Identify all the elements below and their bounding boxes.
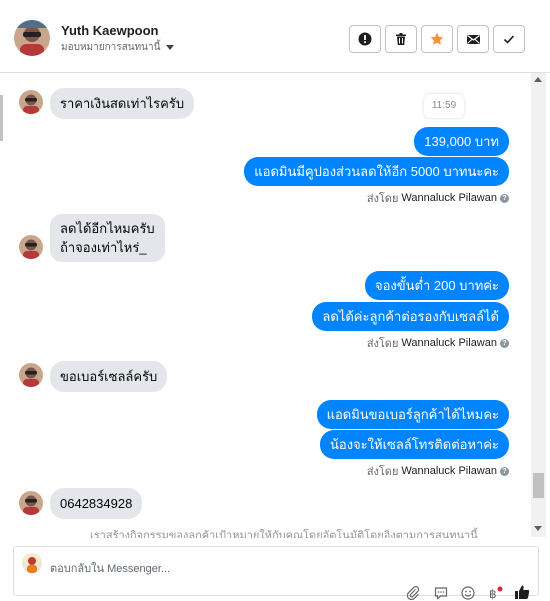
message-timestamp: 11:59 bbox=[424, 94, 464, 118]
sent-by-name[interactable]: Wannaluck Pilawan bbox=[401, 192, 497, 204]
assign-conversation-dropdown[interactable]: มอบหมายการสนทนานี้ bbox=[61, 40, 175, 55]
incoming-message: ขอเบอร์เซลล์ครับ bbox=[50, 361, 168, 392]
customer-avatar-small bbox=[19, 363, 43, 387]
help-icon[interactable]: ? bbox=[500, 338, 509, 348]
star-button[interactable] bbox=[421, 25, 453, 53]
delete-button[interactable] bbox=[385, 25, 417, 53]
payment-icon[interactable]: ฿ bbox=[486, 585, 504, 601]
message-line: ลดได้อีกไหมครับ bbox=[60, 221, 155, 236]
outgoing-message: แอดมินมีคูปองส่วนลดให้อีก 5000 บาทนะคะ bbox=[244, 157, 509, 186]
alert-icon bbox=[358, 32, 372, 46]
paperclip-icon[interactable] bbox=[404, 585, 422, 601]
message-scrollbar[interactable] bbox=[531, 73, 546, 537]
sent-by-label: ส่งโดย Wannaluck Pilawan ? bbox=[367, 462, 509, 480]
chevron-down-icon bbox=[166, 45, 175, 50]
sent-by-name[interactable]: Wannaluck Pilawan bbox=[401, 465, 497, 477]
mark-done-button[interactable] bbox=[493, 25, 525, 53]
reply-composer[interactable]: ตอบกลับใน Messenger... ฿ bbox=[13, 546, 539, 600]
customer-avatar-small bbox=[19, 235, 43, 259]
assign-label: มอบหมายการสนทนานี้ bbox=[61, 42, 161, 53]
reply-input[interactable]: ตอบกลับใน Messenger... bbox=[50, 559, 170, 577]
svg-text:฿: ฿ bbox=[489, 587, 497, 600]
scroll-up-arrow-icon[interactable] bbox=[534, 77, 542, 82]
sent-by-prefix: ส่งโดย bbox=[366, 466, 399, 478]
left-scroll-edge bbox=[0, 95, 3, 141]
customer-avatar[interactable] bbox=[14, 20, 50, 56]
outgoing-message: แอดมินขอเบอร์ลูกค้าได้ไหมคะ bbox=[316, 400, 509, 429]
scroll-down-arrow-icon[interactable] bbox=[534, 526, 542, 531]
sent-by-prefix: ส่งโดย bbox=[366, 338, 399, 350]
sent-by-prefix: ส่งโดย bbox=[366, 193, 399, 205]
sent-by-label: ส่งโดย Wannaluck Pilawan ? bbox=[367, 189, 509, 207]
incoming-message: ราคาเงินสดเท่าไรครับ bbox=[50, 88, 195, 119]
sent-by-label: ส่งโดย Wannaluck Pilawan ? bbox=[367, 334, 509, 352]
envelope-icon bbox=[466, 35, 480, 44]
check-icon bbox=[503, 35, 515, 44]
mark-unread-button[interactable] bbox=[457, 25, 489, 53]
outgoing-message: จองขั้นต่ำ 200 บาทค่ะ bbox=[364, 271, 509, 300]
star-icon bbox=[430, 32, 444, 45]
customer-avatar-small bbox=[19, 491, 43, 515]
outgoing-message: น้องจะให้เซลล์โทรติดต่อหาค่ะ bbox=[320, 430, 509, 459]
page-avatar bbox=[22, 553, 42, 573]
mark-spam-button[interactable] bbox=[349, 25, 381, 53]
sent-by-name[interactable]: Wannaluck Pilawan bbox=[401, 337, 497, 349]
conversation-header: Yuth Kaewpoon มอบหมายการสนทนานี้ bbox=[0, 0, 550, 73]
outgoing-message: ลดได้ค่ะลูกค้าต่อรองกับเซลล์ได้ bbox=[312, 302, 509, 331]
like-icon[interactable] bbox=[513, 584, 531, 600]
incoming-message: 0642834928 bbox=[50, 488, 143, 519]
saved-reply-icon[interactable] bbox=[432, 585, 450, 601]
customer-avatar-small bbox=[19, 90, 43, 114]
help-icon[interactable]: ? bbox=[500, 193, 509, 203]
outgoing-message: 139,000 บาท bbox=[414, 127, 509, 156]
customer-name[interactable]: Yuth Kaewpoon bbox=[61, 23, 159, 38]
message-line: ถ้าจองเท่าไหร่_ bbox=[60, 240, 147, 255]
trash-icon bbox=[396, 33, 406, 45]
lead-activity-notice: เราสร้างกิจกรรมของลูกค้าเป้าหมายให้กับคุ… bbox=[90, 530, 478, 538]
emoji-icon[interactable] bbox=[459, 585, 477, 601]
scrollbar-thumb[interactable] bbox=[533, 473, 544, 498]
incoming-message: ลดได้อีกไหมครับ ถ้าจองเท่าไหร่_ bbox=[50, 214, 165, 262]
help-icon[interactable]: ? bbox=[500, 466, 509, 476]
